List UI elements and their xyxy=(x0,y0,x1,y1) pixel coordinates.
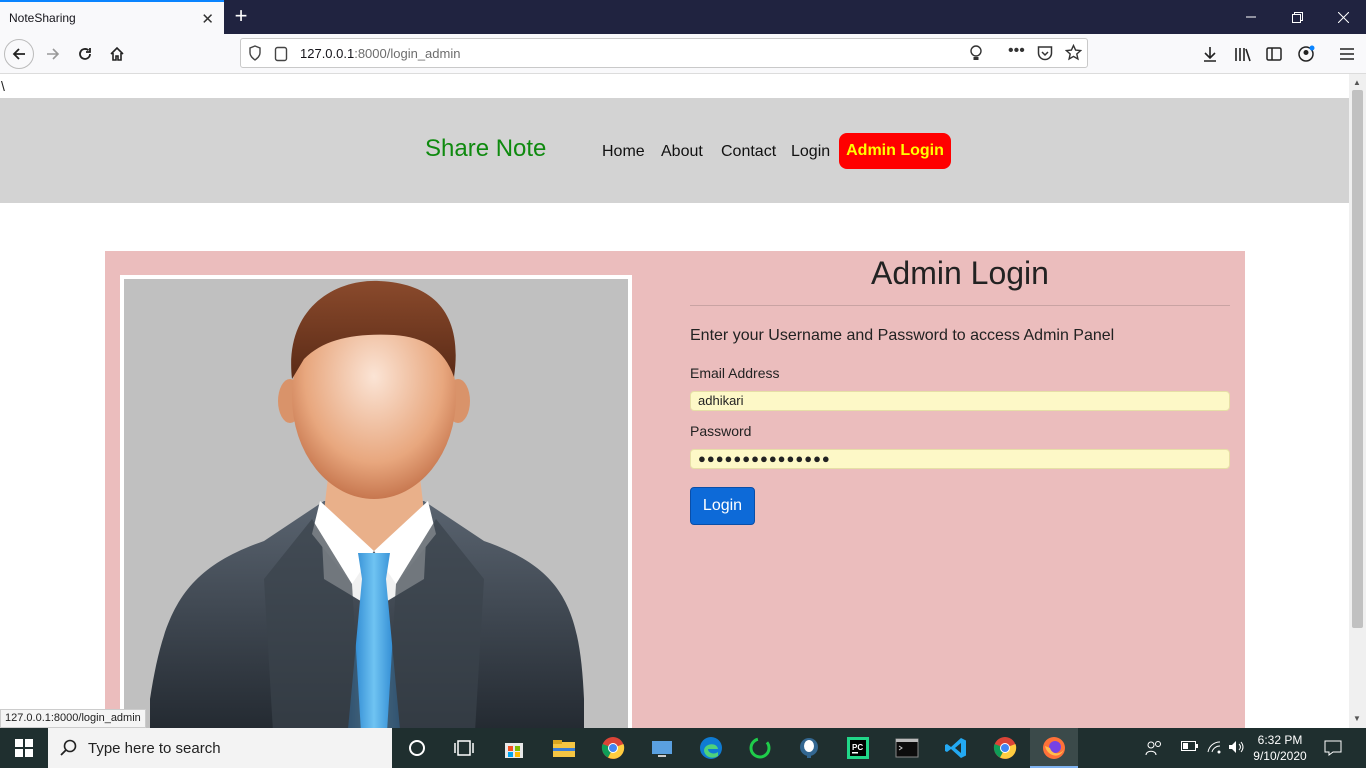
browser-tab[interactable]: NoteSharing ✕ xyxy=(0,0,224,34)
chrome-icon-2[interactable] xyxy=(991,734,1019,762)
login-button[interactable]: Login xyxy=(690,487,755,525)
wifi-icon[interactable] xyxy=(1207,740,1225,757)
email-field[interactable]: adhikari xyxy=(690,391,1230,411)
url-text: 127.0.0.1:8000/login_admin xyxy=(300,46,460,61)
address-bar[interactable]: 127.0.0.1:8000/login_admin ••• xyxy=(240,38,1088,68)
edge-icon[interactable] xyxy=(697,734,725,762)
pocket-icon[interactable] xyxy=(1037,45,1053,66)
more-actions-icon[interactable]: ••• xyxy=(1008,42,1025,60)
admin-avatar-image xyxy=(124,279,628,749)
back-arrow-icon[interactable] xyxy=(4,39,34,69)
browser-tab-bar: NoteSharing ✕ + xyxy=(0,0,1366,34)
login-panel: Admin Login Enter your Username and Pass… xyxy=(105,251,1245,749)
site-brand[interactable]: Share Note xyxy=(425,135,546,163)
nav-login[interactable]: Login xyxy=(791,143,830,161)
form-intro: Enter your Username and Password to acce… xyxy=(690,327,1115,344)
clock-date: 9/10/2020 xyxy=(1253,749,1307,763)
search-placeholder: Type here to search xyxy=(88,740,221,757)
stray-text: \ xyxy=(1,78,5,94)
volume-icon[interactable] xyxy=(1228,740,1246,757)
forward-arrow-icon[interactable] xyxy=(38,39,68,69)
postgresql-icon[interactable] xyxy=(795,734,823,762)
vscode-icon[interactable] xyxy=(942,734,970,762)
battery-icon[interactable] xyxy=(1181,740,1199,755)
taskbar: Type here to search PC 6:32 PM 9/10/2020 xyxy=(0,728,1366,768)
scroll-thumb[interactable] xyxy=(1352,90,1363,628)
close-tab-icon[interactable]: ✕ xyxy=(201,10,214,28)
account-icon[interactable] xyxy=(1291,39,1321,69)
firefox-icon xyxy=(1040,734,1068,762)
remote-desktop-icon[interactable] xyxy=(648,734,676,762)
shield-icon[interactable] xyxy=(248,45,262,66)
form-title: Admin Login xyxy=(871,255,1049,291)
password-field[interactable]: ●●●●●●●●●●●●●●● xyxy=(690,449,1230,469)
home-icon[interactable] xyxy=(102,39,132,69)
status-bar-url: 127.0.0.1:8000/login_admin xyxy=(0,709,146,728)
password-label: Password xyxy=(690,423,752,439)
scroll-up-icon[interactable]: ▲ xyxy=(1353,78,1361,87)
file-explorer-icon[interactable] xyxy=(550,734,578,762)
reload-icon[interactable] xyxy=(70,39,100,69)
nav-about[interactable]: About xyxy=(661,143,703,161)
menu-icon[interactable] xyxy=(1332,39,1362,69)
svg-text:PC: PC xyxy=(852,743,863,752)
chrome-icon[interactable] xyxy=(599,734,627,762)
scrollbar[interactable]: ▲ ▼ xyxy=(1349,74,1366,728)
restore-icon[interactable] xyxy=(1274,0,1320,34)
bookmark-star-icon[interactable] xyxy=(1064,43,1083,66)
admin-avatar-frame xyxy=(120,275,632,749)
form-divider xyxy=(690,305,1230,306)
download-icon[interactable] xyxy=(1195,39,1225,69)
new-tab-button[interactable]: + xyxy=(229,3,253,29)
taskbar-clock[interactable]: 6:32 PM 9/10/2020 xyxy=(1250,732,1310,764)
nav-admin-login-button[interactable]: Admin Login xyxy=(839,133,951,169)
tab-title: NoteSharing xyxy=(9,11,76,25)
site-header: Share Note Home About Contact Login Admi… xyxy=(0,98,1349,203)
lightbulb-icon[interactable] xyxy=(969,45,983,67)
library-icon[interactable] xyxy=(1228,39,1258,69)
taskbar-search[interactable]: Type here to search xyxy=(48,728,392,768)
close-window-icon[interactable] xyxy=(1320,0,1366,34)
windows-start-icon[interactable] xyxy=(0,728,48,768)
browser-toolbar: 127.0.0.1:8000/login_admin ••• xyxy=(0,34,1366,74)
nav-contact[interactable]: Contact xyxy=(721,143,776,161)
scroll-down-icon[interactable]: ▼ xyxy=(1353,714,1361,723)
minimize-icon[interactable] xyxy=(1228,0,1274,34)
store-icon[interactable] xyxy=(500,734,528,762)
nav-home[interactable]: Home xyxy=(602,143,645,161)
firefox-taskbar-item[interactable] xyxy=(1030,728,1078,768)
task-view-icon[interactable] xyxy=(450,734,478,762)
search-icon xyxy=(60,739,78,762)
email-label: Email Address xyxy=(690,365,780,381)
pycharm-icon[interactable]: PC xyxy=(844,734,872,762)
people-icon[interactable] xyxy=(1145,740,1163,759)
page-info-icon[interactable] xyxy=(274,46,288,67)
sidebar-icon[interactable] xyxy=(1259,39,1289,69)
clock-time: 6:32 PM xyxy=(1257,733,1303,747)
terminal-icon[interactable] xyxy=(893,734,921,762)
cortana-icon[interactable] xyxy=(403,734,431,762)
url-path: :8000/login_admin xyxy=(354,46,461,61)
notification-icon[interactable] xyxy=(1324,740,1342,759)
url-host: 127.0.0.1 xyxy=(300,46,355,61)
spinner-app-icon[interactable] xyxy=(746,734,774,762)
